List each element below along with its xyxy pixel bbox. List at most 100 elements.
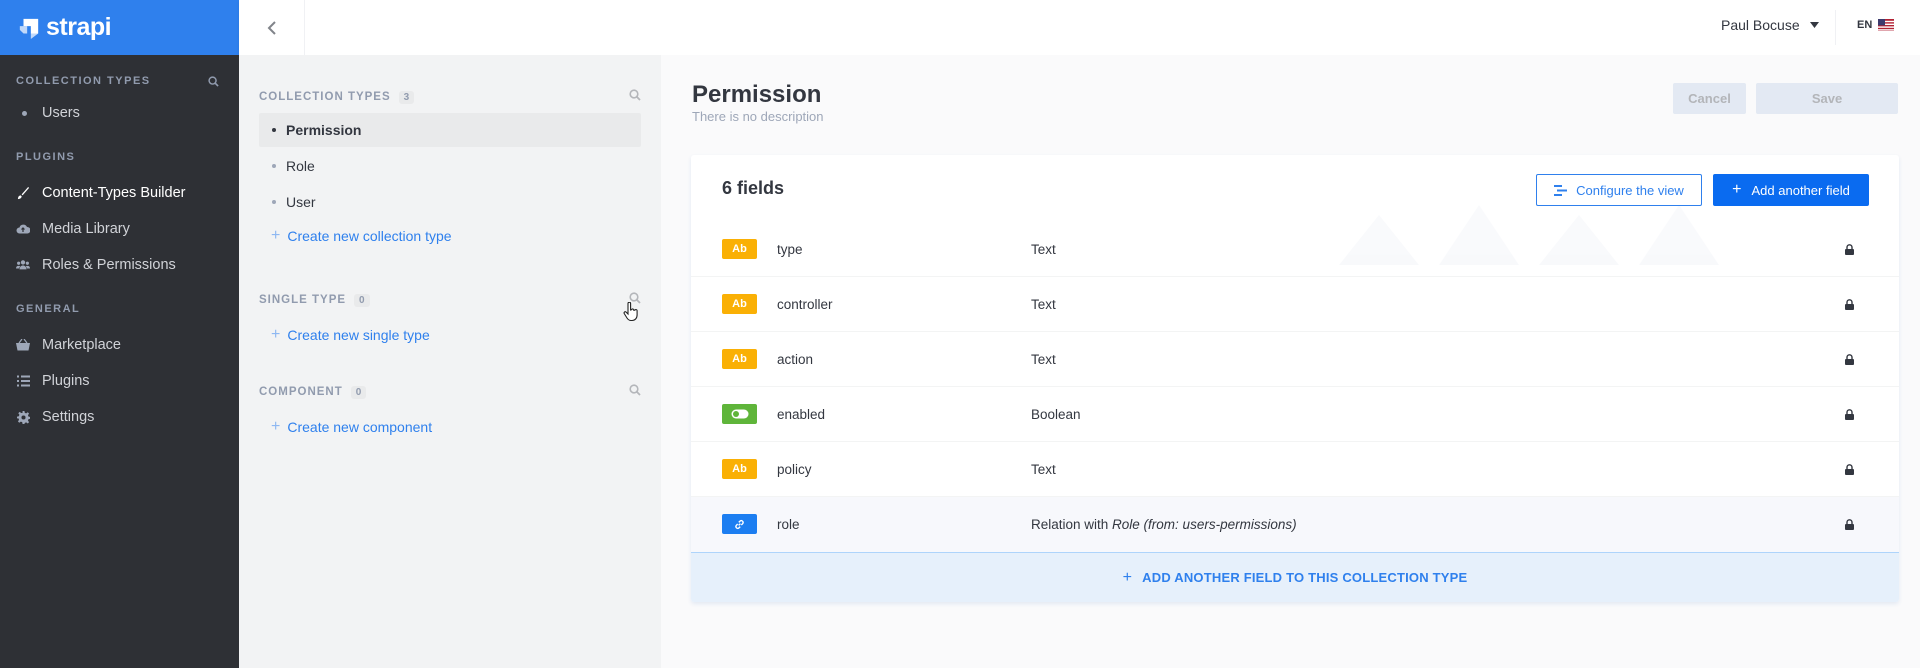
topbar: Paul Bocuse EN	[239, 0, 1920, 55]
search-icon[interactable]	[208, 75, 219, 87]
create-link-label: Create new component	[287, 419, 433, 435]
configure-view-button[interactable]: Configure the view	[1536, 174, 1702, 206]
lock-icon	[1845, 353, 1854, 365]
language-label: EN	[1857, 19, 1873, 31]
field-type: Relation with Role (from: users-permissi…	[1031, 517, 1297, 532]
collection-types-section: COLLECTION TYPES 3 Permission Role User …	[259, 89, 641, 253]
count-badge: 3	[398, 90, 415, 104]
bullet-icon	[22, 110, 27, 116]
create-collection-type-link[interactable]: + Create new collection type	[259, 219, 641, 253]
create-component-link[interactable]: + Create new component	[259, 410, 641, 444]
nav-heading-label: GENERAL	[16, 303, 81, 315]
brand[interactable]: strapi	[0, 0, 239, 55]
field-name: action	[777, 351, 814, 367]
count-badge: 0	[350, 385, 367, 399]
field-row-role[interactable]: role Relation with Role (from: users-per…	[691, 497, 1899, 552]
left-nav: strapi COLLECTION TYPES Users PLUGINS Co…	[0, 0, 239, 668]
sidebar-item-users[interactable]: Users	[16, 95, 219, 131]
section-heading-label: COLLECTION TYPES	[259, 91, 391, 103]
sidebar-item-media-library[interactable]: Media Library	[16, 211, 219, 247]
nav-heading-plugins: PLUGINS	[16, 149, 219, 165]
sidebar-item-roles-permissions[interactable]: Roles & Permissions	[16, 247, 219, 283]
lock-icon	[1845, 243, 1854, 255]
text-type-icon: Ab	[722, 294, 757, 314]
field-row-action[interactable]: Ab action Text	[691, 332, 1899, 387]
relation-target: Role (from: users-permissions)	[1112, 517, 1297, 532]
sidebar-item-plugins[interactable]: Plugins	[16, 363, 219, 399]
list-icon	[16, 374, 30, 388]
topbar-divider	[1835, 10, 1836, 45]
field-row-enabled[interactable]: enabled Boolean	[691, 387, 1899, 442]
field-type: Text	[1031, 351, 1056, 367]
field-type: Text	[1031, 461, 1056, 477]
field-row-policy[interactable]: Ab policy Text	[691, 442, 1899, 497]
plus-icon: +	[271, 418, 281, 435]
back-button[interactable]	[239, 0, 305, 55]
lock-icon	[1845, 519, 1854, 530]
sidebar-item-content-types-builder[interactable]: Content-Types Builder	[16, 175, 219, 211]
nav-heading-label: COLLECTION TYPES	[16, 75, 151, 87]
lock-icon	[1845, 298, 1854, 310]
text-type-icon: Ab	[722, 349, 757, 369]
plus-icon: +	[271, 227, 281, 244]
content-type-user[interactable]: User	[259, 185, 641, 219]
field-name: controller	[777, 296, 833, 312]
sidebar-item-label: Content-Types Builder	[42, 185, 186, 201]
page-description: There is no description	[692, 109, 824, 124]
section-heading: COLLECTION TYPES 3	[259, 89, 641, 105]
single-type-section: SINGLE TYPE 0 + Create new single type	[259, 292, 641, 352]
search-icon[interactable]	[629, 384, 641, 396]
us-flag-icon	[1878, 19, 1895, 31]
content-type-role[interactable]: Role	[259, 149, 641, 183]
user-name: Paul Bocuse	[1721, 17, 1800, 33]
user-menu[interactable]: Paul Bocuse	[1721, 17, 1819, 33]
search-icon[interactable]	[629, 89, 641, 101]
nav-section-general: GENERAL Marketplace Plugins Settings	[0, 301, 239, 435]
configure-view-label: Configure the view	[1576, 182, 1684, 198]
content-type-label: Permission	[286, 122, 362, 138]
add-field-to-collection-button[interactable]: + ADD ANOTHER FIELD TO THIS COLLECTION T…	[691, 552, 1899, 602]
add-another-field-button[interactable]: + Add another field	[1713, 174, 1869, 206]
cloud-upload-icon	[16, 222, 30, 236]
relation-type-icon	[722, 514, 757, 534]
field-row-type[interactable]: Ab type Text	[691, 222, 1899, 277]
bullet-icon	[272, 128, 276, 132]
bullet-icon	[272, 164, 276, 168]
create-single-type-link[interactable]: + Create new single type	[259, 318, 641, 352]
sidebar-item-label: Settings	[42, 409, 95, 425]
users-icon	[16, 258, 30, 272]
content-type-label: User	[286, 194, 316, 210]
content-type-permission[interactable]: Permission	[259, 113, 641, 147]
count-badge: 0	[354, 293, 370, 307]
add-field-bar-label: ADD ANOTHER FIELD TO THIS COLLECTION TYP…	[1142, 570, 1468, 585]
field-name: policy	[777, 461, 812, 477]
sidebar-item-label: Roles & Permissions	[42, 257, 176, 273]
strapi-logo-icon	[19, 18, 39, 39]
toggle-icon	[731, 409, 748, 419]
plus-icon: +	[1122, 568, 1133, 586]
basket-icon	[16, 338, 30, 352]
main-content: Permission There is no description Cance…	[661, 55, 1920, 668]
sliders-icon	[1554, 184, 1568, 196]
relation-prefix: Relation with	[1031, 517, 1113, 532]
language-picker[interactable]: EN	[1857, 19, 1895, 31]
caret-down-icon	[1809, 22, 1819, 28]
paint-brush-icon	[16, 186, 30, 200]
content-type-label: Role	[286, 158, 315, 174]
save-button[interactable]: Save	[1756, 83, 1898, 114]
nav-section-plugins: PLUGINS Content-Types Builder Media Libr…	[0, 149, 239, 283]
create-link-label: Create new collection type	[287, 228, 452, 244]
sidebar-item-settings[interactable]: Settings	[16, 399, 219, 435]
lock-icon	[1845, 463, 1854, 475]
nav-heading-collection-types: COLLECTION TYPES	[16, 73, 219, 89]
fields-count: 6 fields	[722, 178, 785, 198]
chevron-left-icon	[267, 20, 276, 35]
add-field-label: Add another field	[1751, 182, 1850, 198]
section-heading: SINGLE TYPE 0	[259, 292, 641, 308]
field-row-controller[interactable]: Ab controller Text	[691, 277, 1899, 332]
cancel-button[interactable]: Cancel	[1673, 83, 1746, 114]
boolean-type-icon	[722, 404, 757, 424]
sidebar-item-marketplace[interactable]: Marketplace	[16, 327, 219, 363]
fields-list: Ab type Text Ab controller Text Ab actio…	[691, 222, 1899, 552]
nav-heading-label: PLUGINS	[16, 151, 76, 163]
